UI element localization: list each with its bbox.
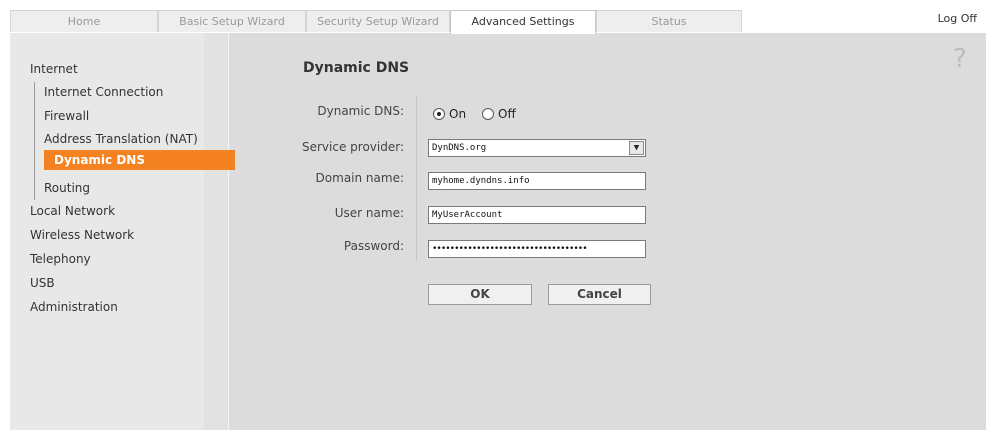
chevron-down-icon[interactable]: ▼: [629, 141, 644, 155]
sidebar-item-administration[interactable]: Administration: [30, 300, 118, 314]
tab-status[interactable]: Status: [596, 10, 742, 32]
sidebar-item-wireless-network[interactable]: Wireless Network: [30, 228, 134, 242]
help-icon[interactable]: ?: [953, 44, 967, 74]
form-separator: [416, 96, 417, 261]
dynamic-dns-off-radio[interactable]: [482, 108, 494, 120]
sidebar-item-local-network[interactable]: Local Network: [30, 204, 115, 218]
domain-name-field[interactable]: myhome.dyndns.info: [428, 172, 646, 190]
tab-security-setup-wizard-label: Security Setup Wizard: [317, 15, 439, 28]
page-title: Dynamic DNS: [303, 60, 410, 76]
sidebar-strip: [204, 33, 228, 430]
service-provider-value: DynDNS.org: [432, 143, 487, 153]
sidebar-tree-line: [34, 82, 35, 200]
dynamic-dns-label: Dynamic DNS:: [317, 104, 404, 118]
tab-security-setup-wizard[interactable]: Security Setup Wizard: [306, 10, 450, 32]
sidebar-item-nat[interactable]: Address Translation (NAT): [44, 132, 198, 146]
sidebar-item-telephony[interactable]: Telephony: [30, 252, 91, 266]
tab-basic-setup-wizard[interactable]: Basic Setup Wizard: [158, 10, 306, 32]
password-label: Password:: [343, 239, 404, 253]
tab-status-label: Status: [651, 15, 687, 28]
dynamic-dns-on-radio[interactable]: [433, 108, 445, 120]
sidebar-item-routing[interactable]: Routing: [44, 181, 90, 195]
log-off-link[interactable]: Log Off: [938, 12, 977, 25]
tab-advanced-settings-label: Advanced Settings: [471, 15, 575, 28]
dynamic-dns-off-label[interactable]: Off: [498, 107, 516, 121]
sidebar-item-usb[interactable]: USB: [30, 276, 55, 290]
sidebar-item-internet[interactable]: Internet: [30, 62, 78, 76]
cancel-button[interactable]: Cancel: [548, 284, 651, 305]
tab-home-label: Home: [67, 15, 101, 28]
sidebar-item-firewall[interactable]: Firewall: [44, 109, 89, 123]
service-provider-select[interactable]: DynDNS.org ▼: [428, 139, 646, 157]
sidebar-item-internet-connection[interactable]: Internet Connection: [44, 85, 163, 99]
content-panel: [229, 33, 986, 430]
tab-home[interactable]: Home: [10, 10, 158, 32]
ok-button[interactable]: OK: [428, 284, 532, 305]
user-name-label: User name:: [334, 206, 404, 220]
domain-name-label: Domain name:: [315, 171, 404, 185]
sidebar-item-dynamic-dns[interactable]: Dynamic DNS: [54, 153, 145, 167]
service-provider-label: Service provider:: [302, 140, 404, 154]
user-name-field[interactable]: MyUserAccount: [428, 206, 646, 224]
dynamic-dns-on-label[interactable]: On: [449, 107, 466, 121]
tab-advanced-settings[interactable]: Advanced Settings: [450, 10, 596, 34]
password-field[interactable]: •••••••••••••••••••••••••••••••••••: [428, 240, 646, 258]
radio-selected-dot: [437, 112, 441, 116]
tab-basic-setup-wizard-label: Basic Setup Wizard: [179, 15, 285, 28]
